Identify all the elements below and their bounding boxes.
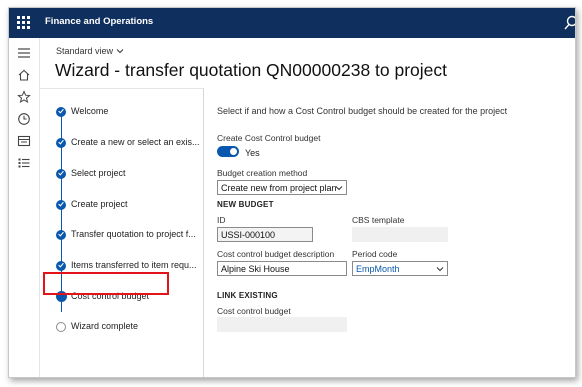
budget-description-value: Alpine Ski House bbox=[221, 264, 290, 274]
period-code-select[interactable]: EmpMonth bbox=[352, 261, 448, 276]
workspaces-icon[interactable] bbox=[17, 134, 31, 148]
step-label: Transfer quotation to project f... bbox=[71, 229, 196, 239]
period-code-value: EmpMonth bbox=[356, 264, 400, 274]
wizard-step-welcome[interactable]: Welcome bbox=[40, 102, 203, 122]
step-complete-icon bbox=[56, 169, 66, 179]
step-label: Create a new or select an exis... bbox=[71, 137, 200, 147]
step-complete-icon bbox=[56, 138, 66, 148]
step-complete-icon bbox=[56, 261, 66, 271]
favorites-star-icon[interactable] bbox=[17, 90, 31, 104]
search-icon[interactable] bbox=[561, 15, 575, 31]
wizard-steps-panel: Welcome Create a new or select an exis..… bbox=[40, 88, 204, 377]
new-budget-heading: NEW BUDGET bbox=[217, 200, 274, 209]
create-budget-label: Create Cost Control budget bbox=[217, 133, 321, 143]
app-launcher-icon[interactable] bbox=[17, 16, 31, 30]
cbs-template-label: CBS template bbox=[352, 215, 405, 225]
highlight-box bbox=[43, 272, 169, 295]
budget-method-label: Budget creation method bbox=[217, 168, 308, 178]
budget-method-select[interactable]: Create new from project plan bbox=[217, 180, 347, 195]
toggle-value: Yes bbox=[245, 148, 260, 158]
step-pending-icon bbox=[56, 322, 66, 332]
page-title: Wizard - transfer quotation QN00000238 t… bbox=[55, 60, 448, 80]
hamburger-menu-icon[interactable] bbox=[17, 46, 31, 60]
top-bar: Finance and Operations bbox=[9, 8, 575, 38]
cbs-template-field bbox=[352, 227, 448, 242]
link-existing-heading: LINK EXISTING bbox=[217, 291, 278, 300]
wizard-step-wizard-complete[interactable]: Wizard complete bbox=[40, 317, 203, 337]
wizard-content: Select if and how a Cost Control budget … bbox=[217, 88, 575, 377]
id-label: ID bbox=[217, 215, 226, 225]
app-window: Finance and Operations Standard view Wiz… bbox=[8, 7, 576, 378]
wizard-step-create-or-select[interactable]: Create a new or select an exis... bbox=[40, 133, 203, 153]
wizard-step-create-project[interactable]: Create project bbox=[40, 195, 203, 215]
wizard-step-select-project[interactable]: Select project bbox=[40, 164, 203, 184]
chevron-down-icon bbox=[436, 267, 444, 272]
step-label: Welcome bbox=[71, 106, 109, 116]
step-complete-icon bbox=[56, 230, 66, 240]
step-label: Wizard complete bbox=[71, 321, 139, 331]
home-icon[interactable] bbox=[17, 68, 31, 82]
budget-description-input[interactable]: Alpine Ski House bbox=[217, 261, 347, 276]
step-label: Select project bbox=[71, 168, 126, 178]
page-header: Standard view Wizard - transfer quotatio… bbox=[40, 38, 575, 88]
create-budget-toggle[interactable] bbox=[217, 146, 239, 157]
period-code-label: Period code bbox=[352, 249, 398, 259]
step-label: Items transferred to item requ... bbox=[71, 260, 197, 270]
intro-text: Select if and how a Cost Control budget … bbox=[217, 106, 508, 116]
link-budget-label: Cost control budget bbox=[217, 306, 291, 316]
modules-list-icon[interactable] bbox=[17, 156, 31, 170]
recent-clock-icon[interactable] bbox=[17, 112, 31, 126]
app-title: Finance and Operations bbox=[45, 16, 154, 27]
step-label: Create project bbox=[71, 199, 128, 209]
id-value: USSI-000100 bbox=[221, 230, 276, 240]
budget-description-label: Cost control budget description bbox=[217, 249, 335, 259]
step-complete-icon bbox=[56, 200, 66, 210]
step-complete-icon bbox=[56, 107, 66, 117]
budget-method-value: Create new from project plan bbox=[221, 183, 337, 193]
view-selector[interactable]: Standard view bbox=[56, 46, 113, 56]
link-budget-field bbox=[217, 317, 347, 332]
chevron-down-icon bbox=[335, 186, 343, 191]
chevron-down-icon[interactable] bbox=[116, 48, 124, 54]
navigation-rail bbox=[9, 38, 40, 377]
wizard-step-transfer-quotation[interactable]: Transfer quotation to project f... bbox=[40, 225, 203, 245]
id-field: USSI-000100 bbox=[217, 227, 313, 242]
